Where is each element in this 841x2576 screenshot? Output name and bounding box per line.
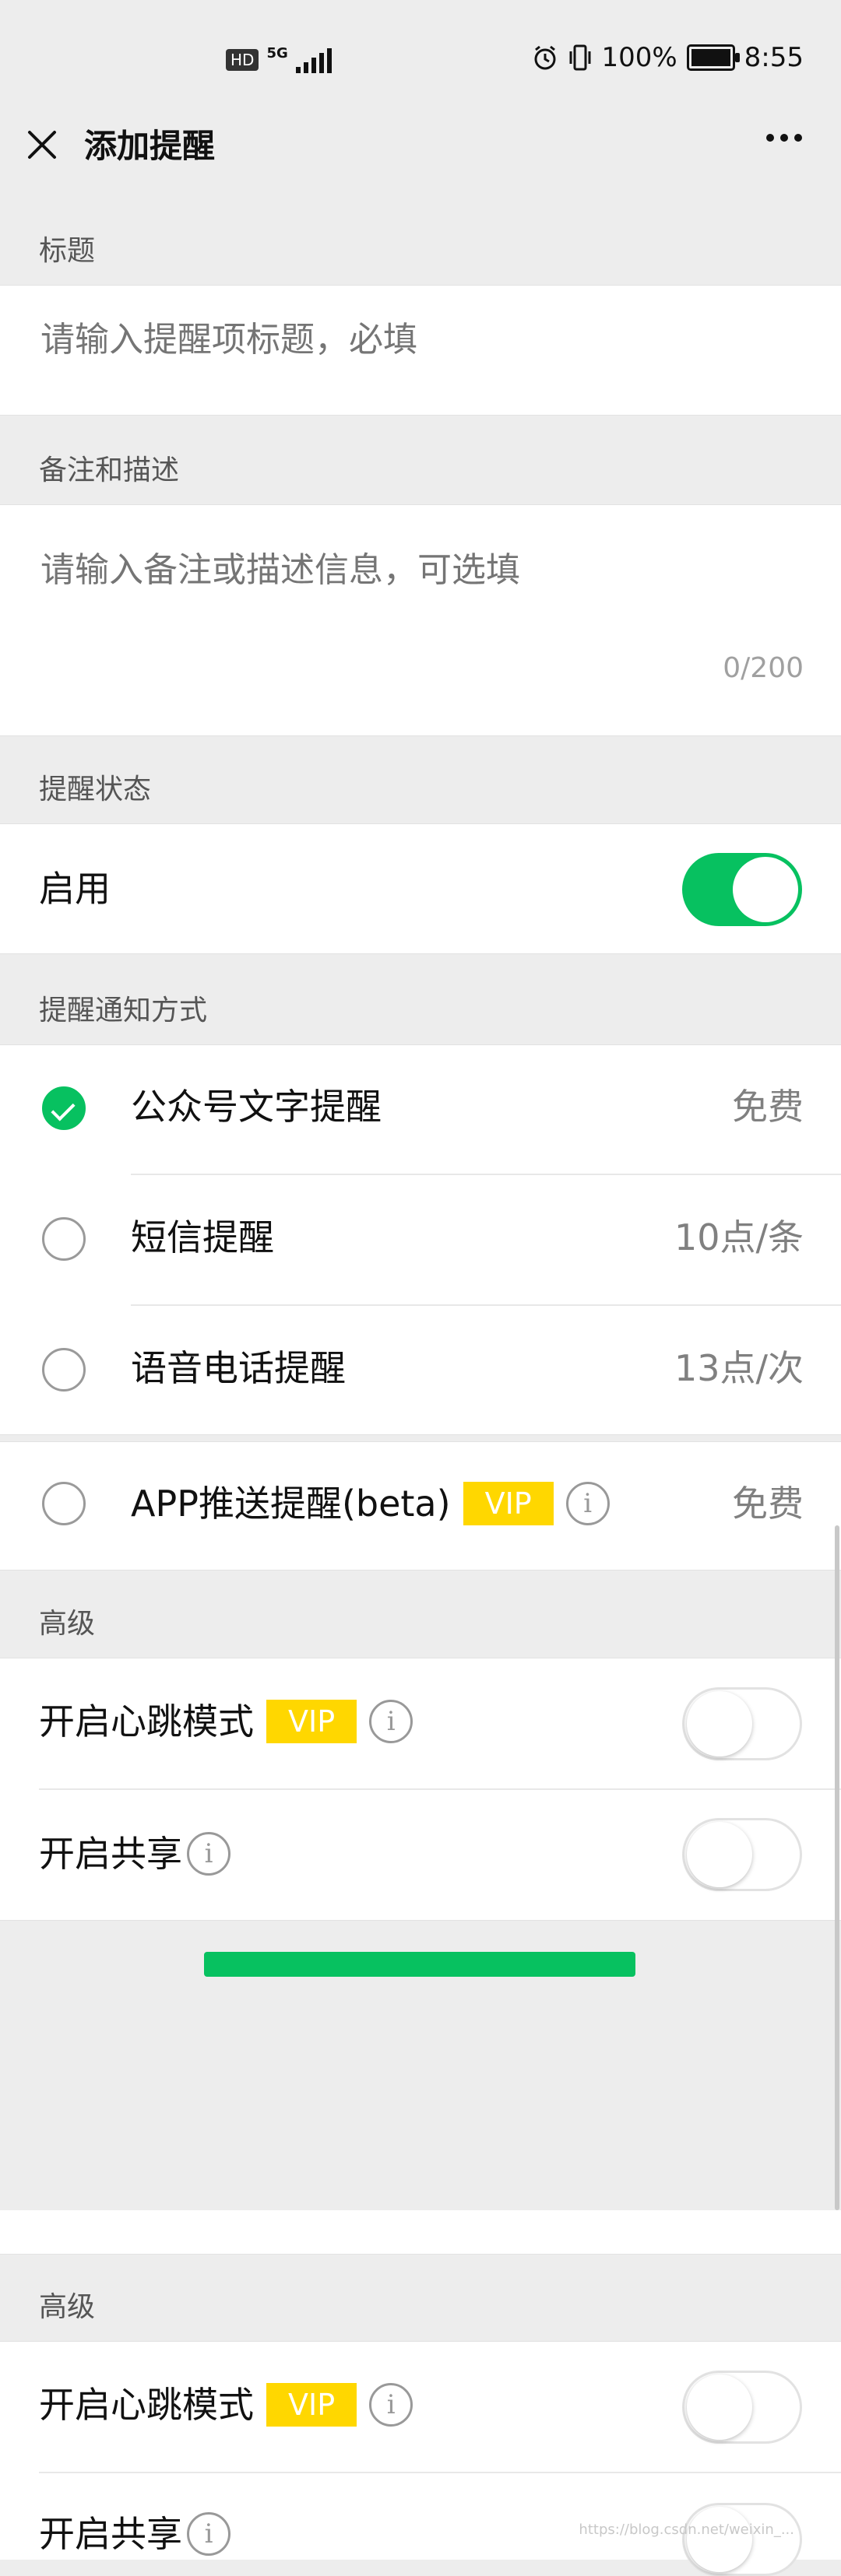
share-row-repeat: 开启共享 i — [39, 2511, 230, 2557]
radio-sms[interactable] — [42, 1217, 86, 1261]
radio-app-push[interactable] — [42, 1482, 86, 1525]
option-price-wechat: 免费 — [732, 1086, 804, 1128]
more-icon[interactable] — [766, 134, 802, 142]
advanced-section-label: 高级 — [39, 1608, 96, 1640]
heartbeat-toggle-repeat[interactable] — [682, 2371, 802, 2444]
info-icon[interactable]: i — [187, 1832, 230, 1876]
option-label-sms: 短信提醒 — [131, 1216, 274, 1258]
heartbeat-label: 开启心跳模式 — [39, 1700, 254, 1742]
advanced-section-label-repeat: 高级 — [39, 2291, 96, 2323]
heartbeat-row: 开启心跳模式 VIP i — [39, 1698, 413, 1745]
option-label-app-push: APP推送提醒(beta) — [131, 1483, 451, 1525]
share-toggle[interactable] — [682, 1818, 802, 1891]
heartbeat-toggle[interactable] — [682, 1687, 802, 1760]
vip-badge: VIP — [266, 1700, 357, 1743]
share-label: 开启共享 — [39, 1833, 182, 1875]
toggle-knob — [733, 857, 798, 922]
option-price-app-push: 免费 — [732, 1483, 804, 1525]
share-label: 开启共享 — [39, 2513, 182, 2555]
toggle-knob — [687, 2374, 752, 2440]
share-row: 开启共享 i — [39, 1830, 230, 1877]
divider — [39, 2472, 841, 2473]
heartbeat-row-repeat: 开启心跳模式 VIP i — [39, 2381, 413, 2428]
scrollbar[interactable] — [835, 1525, 839, 2210]
notify-section-label: 提醒通知方式 — [39, 995, 208, 1027]
enable-label: 启用 — [39, 868, 111, 910]
title-section-label: 标题 — [39, 235, 96, 267]
alarm-icon — [534, 45, 556, 70]
hd-icon: HD — [226, 49, 259, 71]
radio-voice[interactable] — [42, 1348, 86, 1392]
divider — [131, 1304, 841, 1306]
notes-section-label: 备注和描述 — [39, 454, 180, 486]
title-input[interactable] — [39, 319, 790, 360]
page-title: 添加提醒 — [84, 127, 216, 165]
repeat-card-top — [0, 2210, 841, 2255]
info-icon[interactable]: i — [369, 1700, 413, 1743]
option-label-voice: 语音电话提醒 — [131, 1347, 346, 1389]
char-counter: 0/200 — [723, 652, 804, 684]
status-bar-right: 100% 8:55 — [531, 42, 804, 73]
share-toggle-repeat[interactable] — [682, 2503, 802, 2576]
vip-badge: VIP — [463, 1482, 554, 1525]
divider — [131, 1174, 841, 1175]
watermark: https://blog.csdn.net/weixin_... — [579, 2522, 794, 2538]
option-price-voice: 13点/次 — [674, 1347, 804, 1389]
battery-fill — [691, 49, 730, 66]
signal-icon — [295, 47, 332, 73]
info-icon[interactable]: i — [187, 2512, 230, 2556]
toggle-knob — [687, 2507, 752, 2572]
option-label-wechat: 公众号文字提醒 — [131, 1086, 382, 1128]
battery-icon — [686, 44, 740, 71]
status-section-label: 提醒状态 — [39, 774, 152, 805]
status-bar-left: HD 5G — [226, 47, 332, 73]
option-app-push: APP推送提醒(beta) VIP i — [131, 1480, 610, 1527]
submit-button[interactable] — [204, 1952, 635, 1977]
heartbeat-label: 开启心跳模式 — [39, 2384, 254, 2426]
vip-badge: VIP — [266, 2383, 357, 2427]
option-price-sms: 10点/条 — [674, 1216, 804, 1258]
info-icon[interactable]: i — [565, 1482, 610, 1525]
clock: 8:55 — [744, 42, 804, 73]
close-icon[interactable] — [23, 126, 61, 163]
network-label: 5G — [266, 45, 288, 61]
vibrate-icon — [569, 44, 591, 71]
notes-textarea[interactable] — [39, 540, 790, 652]
enable-toggle[interactable] — [682, 853, 802, 926]
toggle-knob — [687, 1822, 752, 1887]
radio-wechat[interactable] — [42, 1086, 86, 1130]
toggle-knob — [687, 1691, 752, 1757]
battery-percent: 100% — [601, 42, 677, 73]
divider — [39, 1788, 841, 1790]
info-icon[interactable]: i — [369, 2383, 413, 2427]
